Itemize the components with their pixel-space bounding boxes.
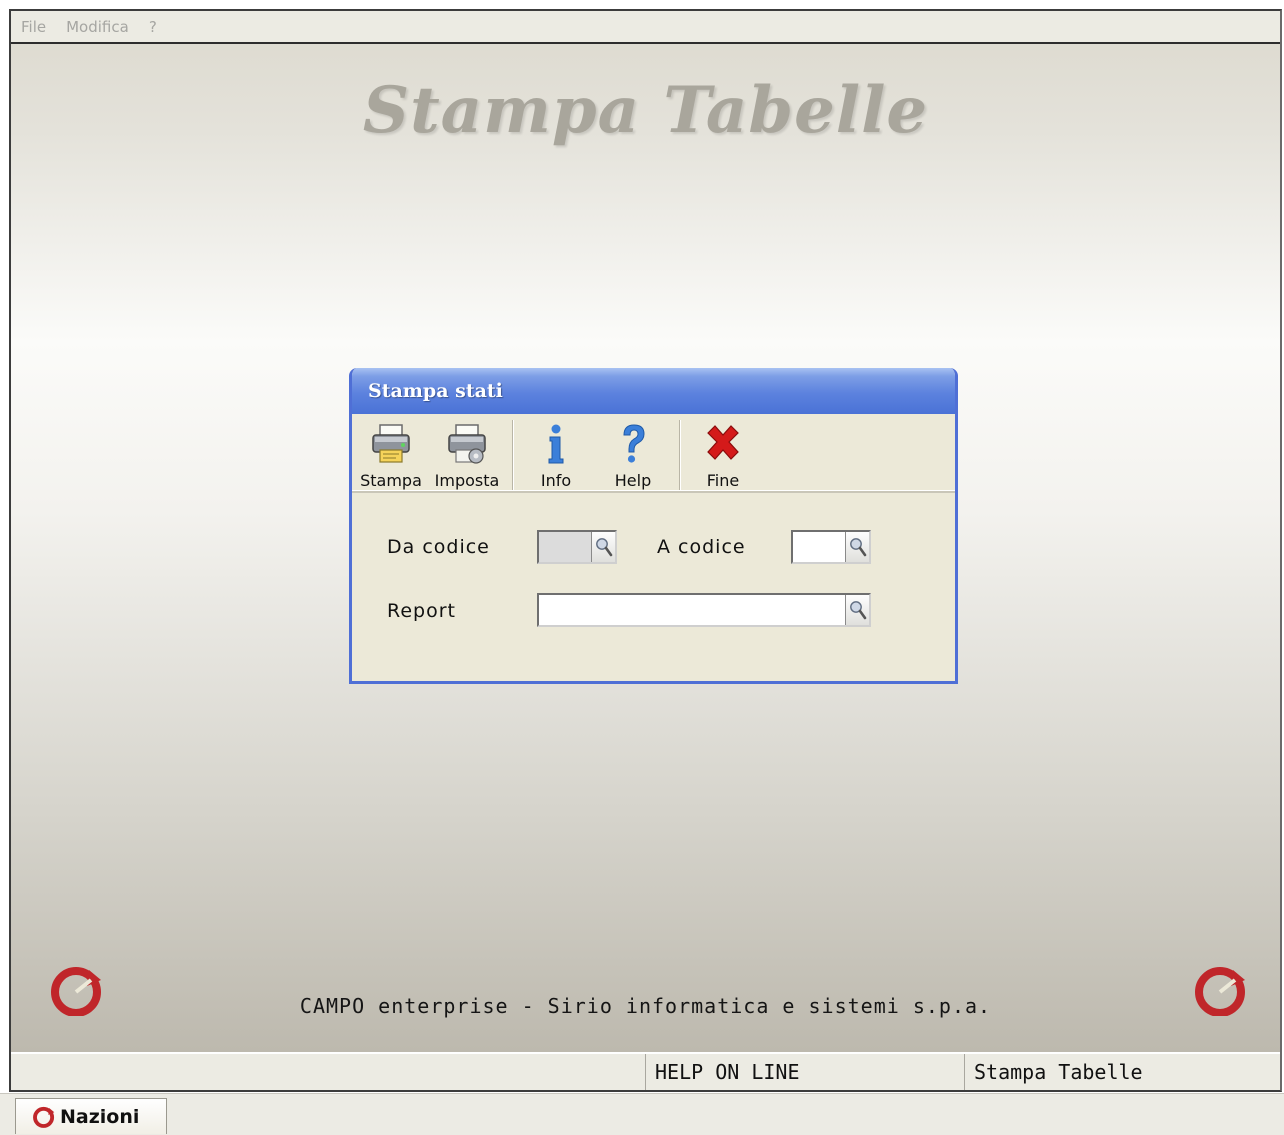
dialog-title: Stampa stati bbox=[368, 380, 503, 402]
info-button[interactable]: Info bbox=[527, 418, 585, 490]
close-icon bbox=[707, 425, 739, 460]
campo-logo-icon bbox=[33, 1106, 55, 1128]
dialog-titlebar[interactable]: Stampa stati bbox=[352, 368, 955, 414]
a-codice-lookup-button[interactable] bbox=[845, 532, 869, 562]
app-window: File Modifica ? Stampa Tabelle Stampa st… bbox=[9, 9, 1282, 1092]
taskbar: Nazioni bbox=[0, 1093, 1284, 1135]
footer-credits: CAMPO enterprise - Sirio informatica e s… bbox=[299, 994, 992, 1018]
app-title: Stampa Tabelle bbox=[362, 73, 929, 148]
stampa-label: Stampa bbox=[360, 471, 422, 490]
fine-label: Fine bbox=[706, 471, 740, 490]
help-label: Help bbox=[614, 471, 652, 490]
report-label: Report bbox=[387, 600, 456, 622]
task-tab-nazioni[interactable]: Nazioni bbox=[15, 1098, 167, 1134]
menu-help[interactable]: ? bbox=[149, 18, 157, 36]
stampa-button[interactable]: Stampa bbox=[358, 418, 424, 490]
imposta-label: Imposta bbox=[434, 471, 500, 490]
status-module: Stampa Tabelle bbox=[964, 1054, 1282, 1090]
help-button[interactable]: Help bbox=[604, 418, 662, 490]
menu-bar: File Modifica ? bbox=[11, 11, 1280, 44]
report-field[interactable] bbox=[537, 593, 871, 627]
menu-file[interactable]: File bbox=[21, 18, 46, 36]
a-codice-label: A codice bbox=[657, 536, 746, 558]
da-codice-field[interactable] bbox=[537, 530, 617, 564]
question-mark-icon bbox=[623, 424, 645, 463]
da-codice-label: Da codice bbox=[387, 536, 490, 558]
magnifier-icon bbox=[849, 538, 866, 557]
toolbar-separator bbox=[512, 420, 514, 490]
imposta-button[interactable]: Imposta bbox=[430, 418, 504, 490]
toolbar-separator bbox=[679, 420, 681, 490]
report-input[interactable] bbox=[539, 595, 845, 625]
info-icon bbox=[548, 424, 564, 464]
stampa-stati-dialog: Stampa stati Stampa Imposta Info Help Fi… bbox=[349, 368, 958, 684]
printer-settings-icon bbox=[448, 424, 486, 464]
magnifier-icon bbox=[595, 538, 612, 557]
da-codice-input[interactable] bbox=[539, 532, 591, 562]
info-label: Info bbox=[540, 471, 572, 490]
printer-icon bbox=[372, 424, 410, 463]
magnifier-icon bbox=[849, 601, 866, 620]
dialog-toolbar: Stampa Imposta Info Help Fine bbox=[352, 414, 955, 493]
a-codice-field[interactable] bbox=[791, 530, 871, 564]
fine-button[interactable]: Fine bbox=[694, 418, 752, 490]
a-codice-input[interactable] bbox=[793, 532, 845, 562]
status-help-online[interactable]: HELP ON LINE bbox=[645, 1054, 965, 1090]
task-tab-label: Nazioni bbox=[60, 1105, 140, 1128]
menu-modifica[interactable]: Modifica bbox=[66, 18, 129, 36]
report-lookup-button[interactable] bbox=[845, 595, 869, 625]
dialog-form: Da codice A codice Report bbox=[352, 493, 955, 681]
status-bar: HELP ON LINE Stampa Tabelle bbox=[11, 1052, 1280, 1090]
da-codice-lookup-button[interactable] bbox=[591, 532, 615, 562]
